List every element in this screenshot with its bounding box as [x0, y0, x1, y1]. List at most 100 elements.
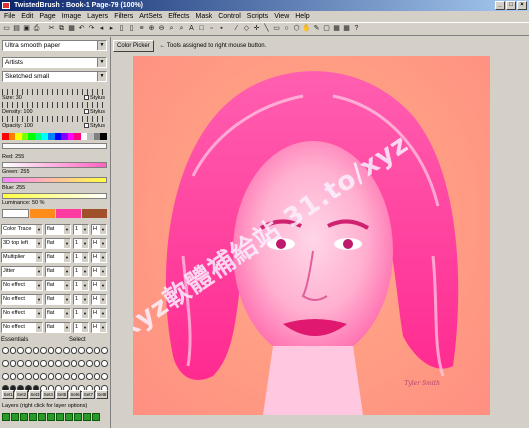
move-icon[interactable]: ✛	[252, 24, 261, 34]
effect-select[interactable]: No effect ▼	[1, 294, 43, 305]
palette-swatch[interactable]	[100, 133, 107, 140]
chevron-down-icon[interactable]: ▼	[64, 225, 70, 234]
chevron-down-icon[interactable]: ▼	[64, 323, 70, 332]
rect-icon[interactable]: ▭	[272, 24, 281, 34]
effect-value-select[interactable]: H ▼	[91, 308, 107, 319]
chevron-down-icon[interactable]: ▼	[100, 295, 106, 304]
set-button[interactable]: Set3	[28, 390, 42, 399]
brush-preset[interactable]	[93, 347, 101, 354]
set-button[interactable]: Set6	[68, 390, 82, 399]
effect-mode-select[interactable]: flat ▼	[45, 280, 71, 291]
effect-value-select[interactable]: H ▼	[91, 238, 107, 249]
brush-icon[interactable]: ✎	[312, 24, 321, 34]
brush-preset[interactable]	[2, 372, 9, 380]
layer-thumb[interactable]	[2, 413, 10, 421]
chevron-down-icon[interactable]: ▼	[82, 239, 88, 248]
brush-preset[interactable]	[70, 347, 78, 354]
effect-value-select[interactable]: H ▼	[91, 224, 107, 235]
brush-preset[interactable]	[40, 347, 47, 354]
box-icon[interactable]: □	[197, 24, 206, 34]
effect-select[interactable]: No effect ▼	[1, 308, 43, 319]
text-icon[interactable]: A	[187, 24, 196, 34]
brush-preset[interactable]	[47, 347, 55, 354]
brush-preset[interactable]	[86, 372, 93, 380]
brush-preset[interactable]	[9, 359, 17, 367]
zoom-icon[interactable]: ⌕	[167, 24, 176, 34]
minimize-button[interactable]: _	[495, 1, 505, 10]
layer-thumb[interactable]	[83, 413, 91, 421]
layer-thumb[interactable]	[74, 413, 82, 421]
brush-preset[interactable]	[32, 372, 40, 380]
painting-canvas[interactable]: xyz軟體補給站 31.to/xyz Tyler Smith	[133, 56, 490, 415]
chevron-down-icon[interactable]: ▼	[82, 267, 88, 276]
zoom-in-icon[interactable]: ⊕	[147, 24, 156, 34]
chevron-down-icon[interactable]: ▼	[100, 239, 106, 248]
chevron-down-icon[interactable]: ▼	[64, 267, 70, 276]
density-stylus-checkbox[interactable]: Stylus	[84, 109, 105, 115]
set-button[interactable]: Set1	[2, 390, 15, 399]
layers-icon[interactable]: ≡	[137, 24, 146, 34]
brush-preset[interactable]	[55, 372, 63, 380]
frame-icon[interactable]: ▢	[322, 24, 331, 34]
menu-help[interactable]: Help	[295, 11, 309, 22]
menu-control[interactable]: Control	[218, 11, 241, 22]
layer-thumb[interactable]	[38, 413, 46, 421]
recent-color-swatch[interactable]	[56, 209, 81, 218]
effect-value-select[interactable]: H ▼	[91, 266, 107, 277]
density-slider-track[interactable]	[2, 102, 107, 108]
chevron-down-icon[interactable]: ▼	[64, 309, 70, 318]
brush-preset[interactable]	[86, 347, 93, 354]
brush-preset[interactable]	[17, 347, 24, 354]
blue-slider[interactable]	[2, 193, 107, 199]
effect-value-select[interactable]: H ▼	[91, 280, 107, 291]
effect-value-select[interactable]: H ▼	[91, 252, 107, 263]
effect-select[interactable]: Color Trace ▼	[1, 224, 43, 235]
open-icon[interactable]: ▤	[12, 24, 21, 34]
zoom-out-icon[interactable]: ⊖	[157, 24, 166, 34]
menu-page[interactable]: Page	[39, 11, 55, 22]
chevron-down-icon[interactable]: ▼	[36, 225, 42, 234]
chevron-down-icon[interactable]: ▼	[36, 309, 42, 318]
brush-preset[interactable]	[63, 359, 70, 367]
brush-preset[interactable]	[2, 347, 9, 354]
cut-icon[interactable]: ✂	[47, 24, 56, 34]
chevron-down-icon[interactable]: ▼	[64, 239, 70, 248]
chevron-down-icon[interactable]: ▼	[100, 225, 106, 234]
brush-preset[interactable]	[32, 359, 40, 367]
maximize-button[interactable]: □	[506, 1, 516, 10]
line-icon[interactable]: ╲	[262, 24, 271, 34]
brush-preset[interactable]	[55, 347, 63, 354]
effect-select[interactable]: No effect ▼	[1, 280, 43, 291]
brush-preset[interactable]	[101, 347, 108, 354]
effect-mode-select[interactable]: flat ▼	[45, 266, 71, 277]
green-slider[interactable]	[2, 177, 107, 183]
copy-icon[interactable]: ⧉	[57, 24, 66, 34]
chevron-down-icon[interactable]: ▼	[82, 309, 88, 318]
menu-layers[interactable]: Layers	[87, 11, 108, 22]
chevron-down-icon[interactable]: ▼	[97, 41, 106, 50]
brush-preset[interactable]	[78, 347, 86, 354]
effect-value-select[interactable]: 1 ▼	[73, 238, 89, 249]
brush-preset[interactable]	[9, 372, 17, 380]
category-select[interactable]: Artists ▼	[2, 57, 107, 68]
recent-color-swatch[interactable]	[30, 209, 55, 218]
page-icon[interactable]: ▯	[117, 24, 126, 34]
opacity-slider-track[interactable]	[2, 116, 107, 122]
brush-preset[interactable]	[9, 347, 17, 354]
chevron-down-icon[interactable]: ▼	[100, 323, 106, 332]
brush-preset[interactable]	[24, 359, 32, 367]
set-button[interactable]: Set8	[95, 390, 108, 399]
save-icon[interactable]: ▣	[22, 24, 31, 34]
brush-preset[interactable]	[40, 359, 47, 367]
effect-select[interactable]: Multiplier ▼	[1, 252, 43, 263]
effect-value-select[interactable]: 1 ▼	[73, 294, 89, 305]
effect-mode-select[interactable]: flat ▼	[45, 322, 71, 333]
ellipse-icon[interactable]: ○	[282, 24, 291, 34]
brush-preset[interactable]	[101, 359, 108, 367]
chevron-down-icon[interactable]: ▼	[82, 253, 88, 262]
chevron-down-icon[interactable]: ▼	[97, 72, 106, 81]
set-button[interactable]: Set4	[42, 390, 55, 399]
effect-mode-select[interactable]: flat ▼	[45, 224, 71, 235]
layer-thumb[interactable]	[56, 413, 64, 421]
checkbox-box[interactable]	[84, 109, 89, 115]
